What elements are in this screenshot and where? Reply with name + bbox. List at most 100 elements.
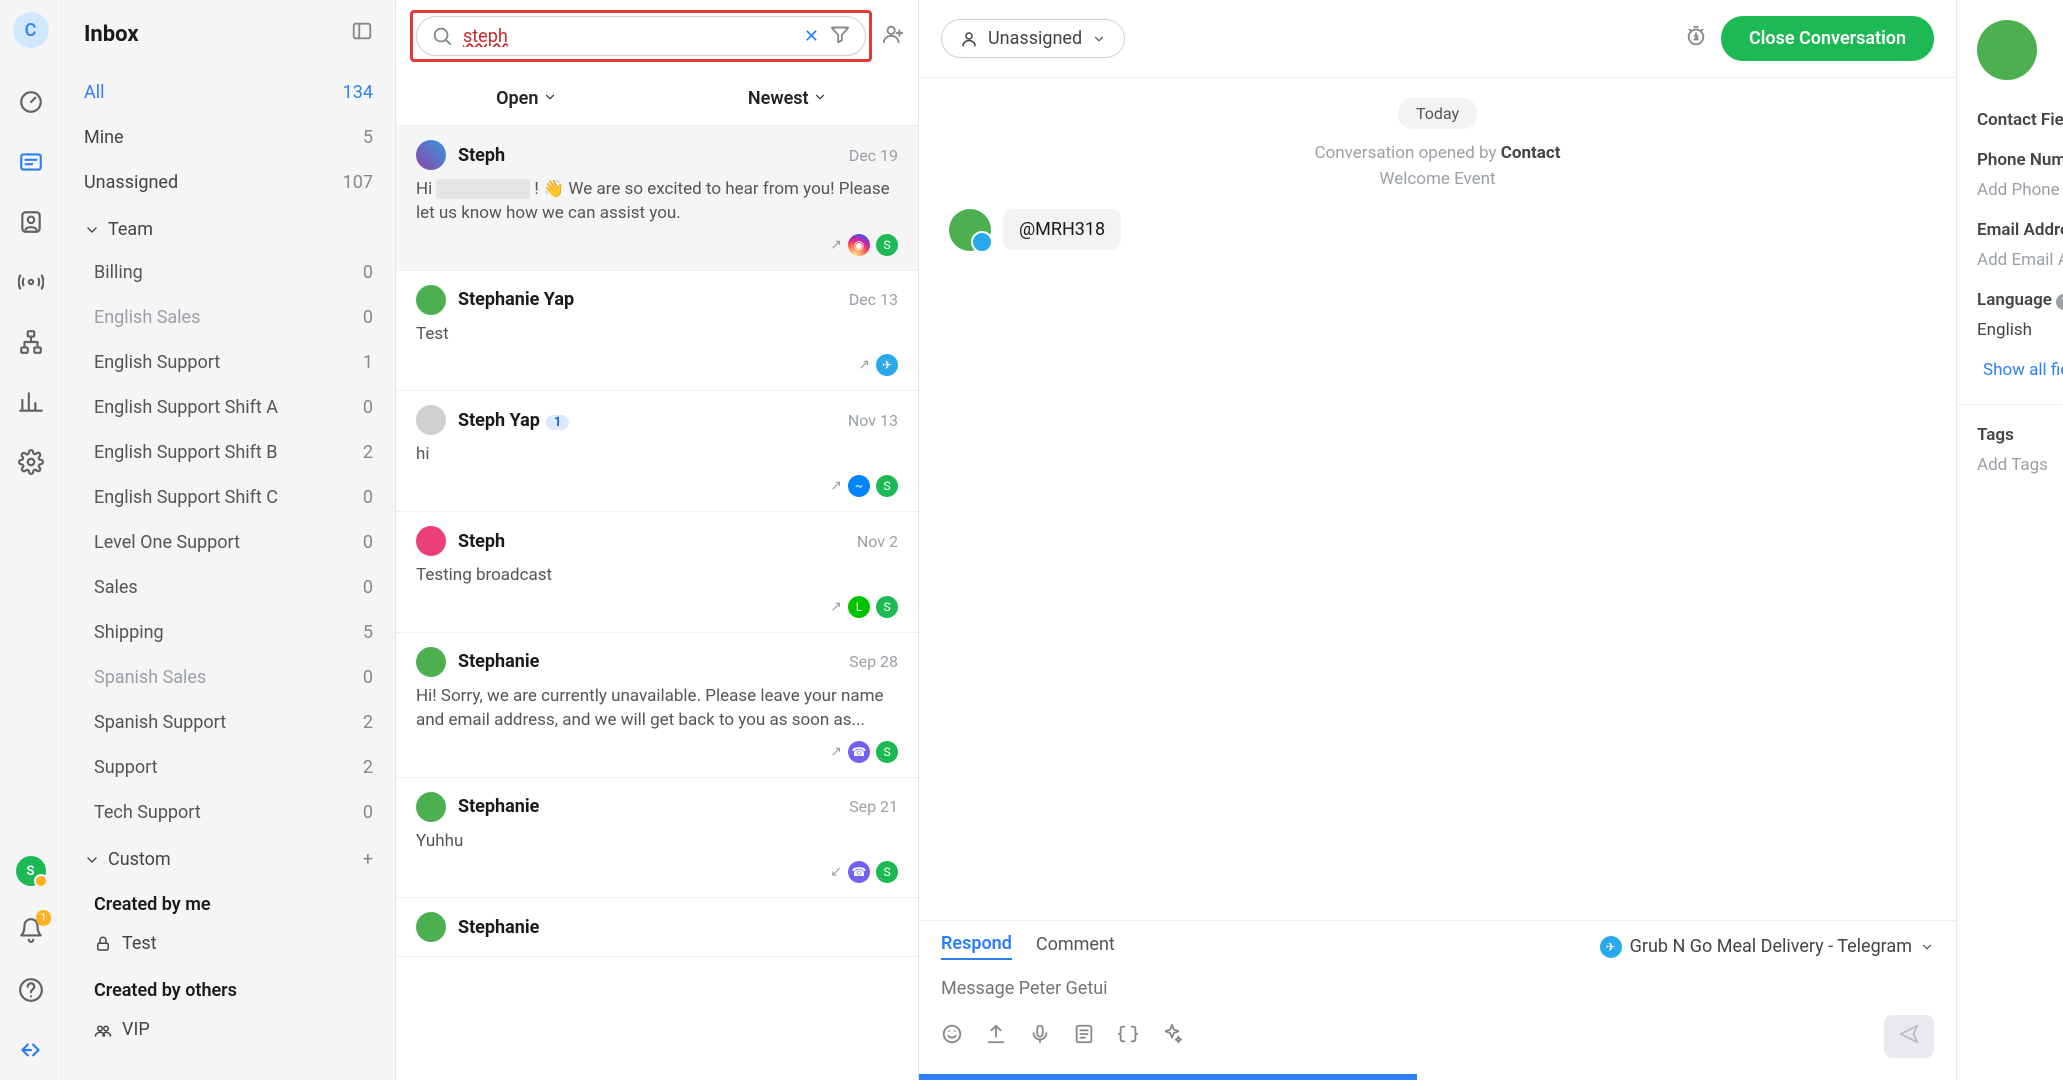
- collapse-panel-icon[interactable]: [351, 20, 373, 48]
- conversation-date: Dec 13: [849, 290, 898, 309]
- folder-all[interactable]: All134: [62, 70, 395, 115]
- email-value[interactable]: Add Email Address: [1977, 250, 2063, 270]
- search-highlight: ✕: [410, 10, 872, 62]
- show-all-fields-link[interactable]: Show all fields: [1977, 360, 2063, 380]
- fb-icon: ~: [848, 475, 870, 497]
- contact-name: Stephanie Yap: [458, 289, 837, 310]
- agent-avatar[interactable]: S: [16, 856, 46, 886]
- add-tags[interactable]: Add Tags: [1977, 455, 2063, 475]
- help-icon[interactable]: [15, 974, 47, 1006]
- team-item[interactable]: Spanish Sales0: [62, 655, 395, 700]
- tab-comment[interactable]: Comment: [1036, 934, 1115, 959]
- add-custom-icon[interactable]: +: [363, 849, 373, 870]
- folder-mine[interactable]: Mine5: [62, 115, 395, 160]
- conversation-item[interactable]: Steph Yap1Nov 13hi↗~S: [396, 391, 918, 512]
- conversation-item[interactable]: Steph Dec 19 Hi xxxx ! 👋 We are so excited…: [396, 126, 918, 271]
- message-input[interactable]: [941, 978, 1934, 999]
- conversation-item[interactable]: StephanieSep 28Hi! Sorry, we are current…: [396, 633, 918, 778]
- snooze-icon[interactable]: [1685, 25, 1707, 52]
- tab-respond[interactable]: Respond: [941, 933, 1012, 960]
- custom-view-test[interactable]: Test: [62, 921, 395, 966]
- close-conversation-button[interactable]: Close Conversation: [1721, 16, 1934, 61]
- team-item[interactable]: English Support Shift C0: [62, 475, 395, 520]
- conversation-date: Nov 13: [848, 411, 898, 430]
- notifications-icon[interactable]: 1: [15, 914, 47, 946]
- template-icon[interactable]: [1073, 1023, 1095, 1050]
- inbox-icon[interactable]: [15, 146, 47, 178]
- team-item[interactable]: English Support1: [62, 340, 395, 385]
- clear-search-icon[interactable]: ✕: [804, 26, 819, 47]
- team-item[interactable]: Support2: [62, 745, 395, 790]
- conversation-item[interactable]: Stephanie: [396, 898, 918, 957]
- team-item[interactable]: Billing0: [62, 250, 395, 295]
- settings-icon[interactable]: [15, 446, 47, 478]
- telegram-icon: ✈: [1600, 936, 1622, 958]
- conversation-item[interactable]: StephanieSep 21Yuhhu↙☎S: [396, 778, 918, 899]
- conversation-preview: Test: [416, 323, 898, 347]
- search-input-wrap: ✕: [416, 16, 866, 56]
- team-item[interactable]: English Sales0: [62, 295, 395, 340]
- contact-name: Steph Yap1: [458, 410, 836, 431]
- contact-fields-header: Contact Fields: [1977, 110, 2063, 130]
- progress-bar: [919, 1074, 1417, 1080]
- add-contact-icon[interactable]: [882, 23, 904, 50]
- direction-icon: ↗: [830, 599, 842, 615]
- conversation-preview: Testing broadcast: [416, 564, 898, 588]
- conversation-date: Sep 28: [849, 652, 898, 671]
- team-item[interactable]: Tech Support0: [62, 790, 395, 835]
- conversation-date: Dec 19: [849, 146, 898, 165]
- day-divider: Today: [1398, 98, 1477, 129]
- assignee-selector[interactable]: Unassigned: [941, 19, 1125, 58]
- team-item[interactable]: Level One Support0: [62, 520, 395, 565]
- custom-view-vip[interactable]: VIP: [62, 1007, 395, 1052]
- conversation-preview: Hi! Sorry, we are currently unavailable.…: [416, 685, 898, 733]
- conversation-date: Nov 2: [857, 532, 898, 551]
- conversation-item[interactable]: StephNov 2Testing broadcast↗LS: [396, 512, 918, 633]
- team-item[interactable]: English Support Shift B2: [62, 430, 395, 475]
- contacts-icon[interactable]: [15, 206, 47, 238]
- reports-icon[interactable]: [15, 386, 47, 418]
- tags-header: Tags: [1977, 425, 2063, 445]
- contact-avatar: [416, 526, 446, 556]
- ai-icon[interactable]: [1161, 1023, 1183, 1050]
- phone-value[interactable]: Add Phone Number: [1977, 180, 2063, 200]
- assignee-badge: S: [876, 596, 898, 618]
- direction-icon: ↗: [830, 478, 842, 494]
- voice-icon[interactable]: [1029, 1023, 1051, 1050]
- team-item[interactable]: Sales0: [62, 565, 395, 610]
- contact-avatar: [416, 792, 446, 822]
- direction-icon: ↗: [830, 744, 842, 760]
- upload-icon[interactable]: [985, 1023, 1007, 1050]
- tab-open[interactable]: Open: [396, 72, 657, 125]
- search-input[interactable]: [463, 26, 794, 47]
- section-custom[interactable]: Custom+: [62, 835, 395, 880]
- contact-name: Steph: [458, 145, 837, 166]
- broadcast-icon[interactable]: [15, 266, 47, 298]
- team-item[interactable]: Spanish Support2: [62, 700, 395, 745]
- tab-newest[interactable]: Newest: [657, 72, 918, 125]
- channel-selector[interactable]: ✈ Grub N Go Meal Delivery - Telegram: [1600, 936, 1934, 958]
- direction-icon: ↗: [858, 357, 870, 373]
- workflows-icon[interactable]: [15, 326, 47, 358]
- conversation-preview: Hi xxxx ! 👋 We are so excited to hear fr…: [416, 178, 898, 226]
- message-bubble: @MRH318: [1003, 209, 1121, 250]
- variable-icon[interactable]: [1117, 1023, 1139, 1050]
- contact-name: Steph: [458, 531, 845, 552]
- workspace-avatar[interactable]: C: [13, 12, 49, 48]
- filter-icon[interactable]: [829, 23, 851, 50]
- dashboard-icon[interactable]: [15, 86, 47, 118]
- language-value[interactable]: English: [1977, 320, 2063, 340]
- emoji-icon[interactable]: [941, 1023, 963, 1050]
- created-by-others-header: Created by others: [62, 966, 395, 1007]
- conversation-item[interactable]: Stephanie YapDec 13Test↗✈: [396, 271, 918, 392]
- section-team[interactable]: Team: [62, 205, 395, 250]
- team-item[interactable]: English Support Shift A0: [62, 385, 395, 430]
- contact-avatar-large[interactable]: [1977, 20, 2037, 80]
- direction-icon: ↗: [830, 237, 842, 253]
- conversation-preview: Yuhhu: [416, 830, 898, 854]
- team-item[interactable]: Shipping5: [62, 610, 395, 655]
- send-button[interactable]: [1884, 1015, 1934, 1058]
- folder-unassigned[interactable]: Unassigned107: [62, 160, 395, 205]
- collapse-nav-icon[interactable]: [15, 1034, 47, 1066]
- inbox-title: Inbox: [84, 22, 139, 47]
